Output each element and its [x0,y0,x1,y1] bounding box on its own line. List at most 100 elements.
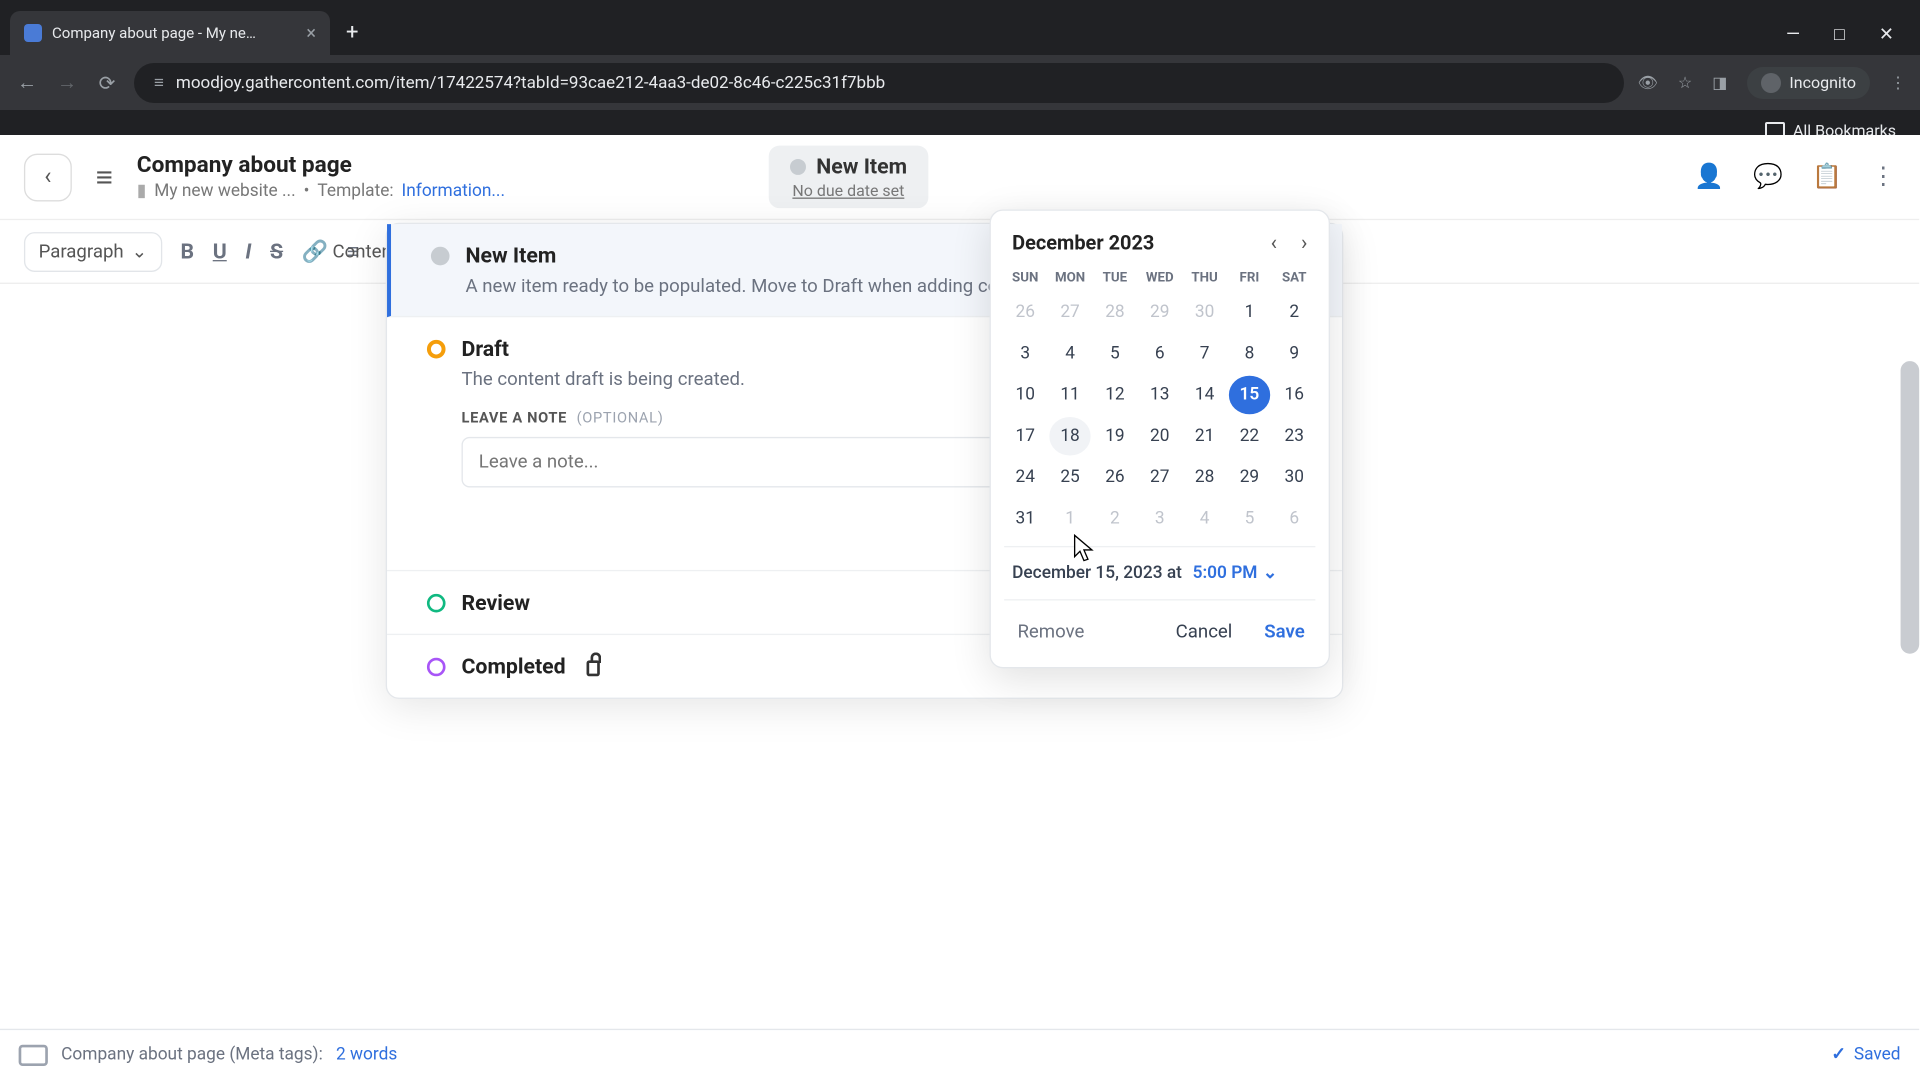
calendar-day[interactable]: 27 [1139,458,1181,497]
calendar-day[interactable]: 26 [1004,293,1046,332]
calendar-day[interactable]: 4 [1049,335,1091,374]
calendar-day[interactable]: 6 [1139,335,1181,374]
calendar-day[interactable]: 15 [1228,376,1270,415]
chevron-down-icon: ⌄ [132,241,148,262]
calendar-day[interactable]: 25 [1049,458,1091,497]
calendar-day[interactable]: 1 [1228,293,1270,332]
workflow-name: Review [462,590,531,615]
comments-icon[interactable]: 💬 [1753,163,1783,191]
status-dot-icon [427,593,446,612]
calendar-day[interactable]: 14 [1183,376,1225,415]
calendar-day[interactable]: 28 [1183,458,1225,497]
calendar-day[interactable]: 18 [1049,417,1091,456]
remove-button[interactable]: Remove [1004,614,1098,651]
nav-back-icon[interactable]: ← [14,70,40,96]
close-window-icon[interactable]: ✕ [1879,24,1894,45]
workflow-name: New Item [466,243,557,268]
scrollbar-thumb[interactable] [1901,361,1920,654]
calendar-day[interactable]: 3 [1004,335,1046,374]
template-link[interactable]: Information... [402,182,506,202]
status-due[interactable]: No due date set [792,182,904,201]
calendar-day[interactable]: 23 [1273,417,1315,456]
calendar-day[interactable]: 6 [1273,499,1315,538]
person-icon[interactable]: 👤 [1694,163,1724,191]
next-month-icon[interactable]: › [1301,229,1307,254]
calendar-day[interactable]: 8 [1228,335,1270,374]
calendar-day[interactable]: 24 [1004,458,1046,497]
folder-icon: ▮ [137,182,147,202]
calendar-day[interactable]: 11 [1049,376,1091,415]
calendar-day[interactable]: 26 [1094,458,1136,497]
minimize-icon[interactable]: ― [1786,24,1800,45]
calendar-day[interactable]: 5 [1094,335,1136,374]
sidepanel-icon[interactable]: ◨ [1712,73,1727,92]
date-picker: December 2023 ‹ › SUNMONTUEWEDTHUFRISAT2… [990,209,1330,668]
status-pill[interactable]: New Item No due date set [768,146,928,209]
calendar-day[interactable]: 29 [1228,458,1270,497]
calendar-day[interactable]: 20 [1139,417,1181,456]
status-dot-icon [790,158,806,174]
calendar-day[interactable]: 2 [1094,499,1136,538]
calendar-day[interactable]: 7 [1183,335,1225,374]
site-info-icon[interactable]: ≡ [154,73,164,93]
calendar-day[interactable]: 28 [1094,293,1136,332]
footer-context: Company about page (Meta tags): [61,1045,323,1065]
maximize-icon[interactable]: □ [1834,24,1845,45]
clipboard-icon[interactable]: 📋 [1812,163,1842,191]
eye-off-icon[interactable]: 👁 [1638,73,1658,92]
status-name: New Item [816,154,907,179]
dp-cancel-button[interactable]: Cancel [1165,614,1243,651]
tab-bar: Company about page - My ne… × + ― □ ✕ [0,0,1920,55]
breadcrumb-folder[interactable]: My new website ... [154,182,295,202]
calendar-day[interactable]: 29 [1139,293,1181,332]
page-title: Company about page [137,152,505,179]
calendar-day[interactable]: 10 [1004,376,1046,415]
dp-save-button[interactable]: Save [1254,614,1316,651]
browser-chrome: Company about page - My ne… × + ― □ ✕ ← … [0,0,1920,135]
more-icon[interactable]: ⋮ [1871,163,1895,191]
prev-month-icon[interactable]: ‹ [1271,229,1277,254]
nav-forward-icon[interactable]: → [54,70,80,96]
status-dot-icon [431,246,450,265]
close-tab-icon[interactable]: × [306,23,316,44]
calendar-day[interactable]: 27 [1049,293,1091,332]
calendar-day[interactable]: 4 [1183,499,1225,538]
calendar-day[interactable]: 31 [1004,499,1046,538]
link-button[interactable]: 🔗 [302,239,328,264]
bookmark-star-icon[interactable]: ☆ [1678,73,1692,92]
calendar-day[interactable]: 30 [1183,293,1225,332]
time-select[interactable]: 5:00 PM ⌄ [1193,563,1278,583]
word-count[interactable]: 2 words [336,1045,397,1065]
calendar-day[interactable]: 9 [1273,335,1315,374]
header-actions: 👤 💬 📋 ⋮ [1694,163,1895,191]
paragraph-select[interactable]: Paragraph ⌄ [24,231,162,271]
keyboard-icon[interactable] [19,1044,48,1065]
calendar-day[interactable]: 13 [1139,376,1181,415]
dow-label: SUN [1004,265,1046,290]
italic-button[interactable]: I [245,239,251,264]
bold-button[interactable]: B [181,239,195,264]
calendar-day[interactable]: 17 [1004,417,1046,456]
calendar-day[interactable]: 30 [1273,458,1315,497]
app-viewport: ‹ ≡ Company about page ▮ My new website … [0,135,1920,1080]
calendar-day[interactable]: 19 [1094,417,1136,456]
url-input[interactable]: ≡ moodjoy.gathercontent.com/item/1742257… [134,63,1624,103]
calendar-day[interactable]: 21 [1183,417,1225,456]
reload-icon[interactable]: ⟳ [94,70,120,96]
browser-menu-icon[interactable]: ⋮ [1890,73,1906,92]
incognito-badge[interactable]: Incognito [1747,67,1870,99]
strike-button[interactable]: S [270,239,283,264]
calendar-day[interactable]: 16 [1273,376,1315,415]
underline-button[interactable]: U [213,239,227,264]
calendar-day[interactable]: 3 [1139,499,1181,538]
calendar-day[interactable]: 12 [1094,376,1136,415]
menu-toggle-icon[interactable]: ≡ [96,160,113,195]
time-row: December 15, 2023 at 5:00 PM ⌄ [1004,546,1315,589]
back-button[interactable]: ‹ [24,153,72,201]
calendar-day[interactable]: 5 [1228,499,1270,538]
calendar-day[interactable]: 22 [1228,417,1270,456]
calendar-day[interactable]: 2 [1273,293,1315,332]
new-tab-button[interactable]: + [346,20,358,45]
browser-tab[interactable]: Company about page - My ne… × [10,11,330,55]
calendar-day[interactable]: 1 [1049,499,1091,538]
